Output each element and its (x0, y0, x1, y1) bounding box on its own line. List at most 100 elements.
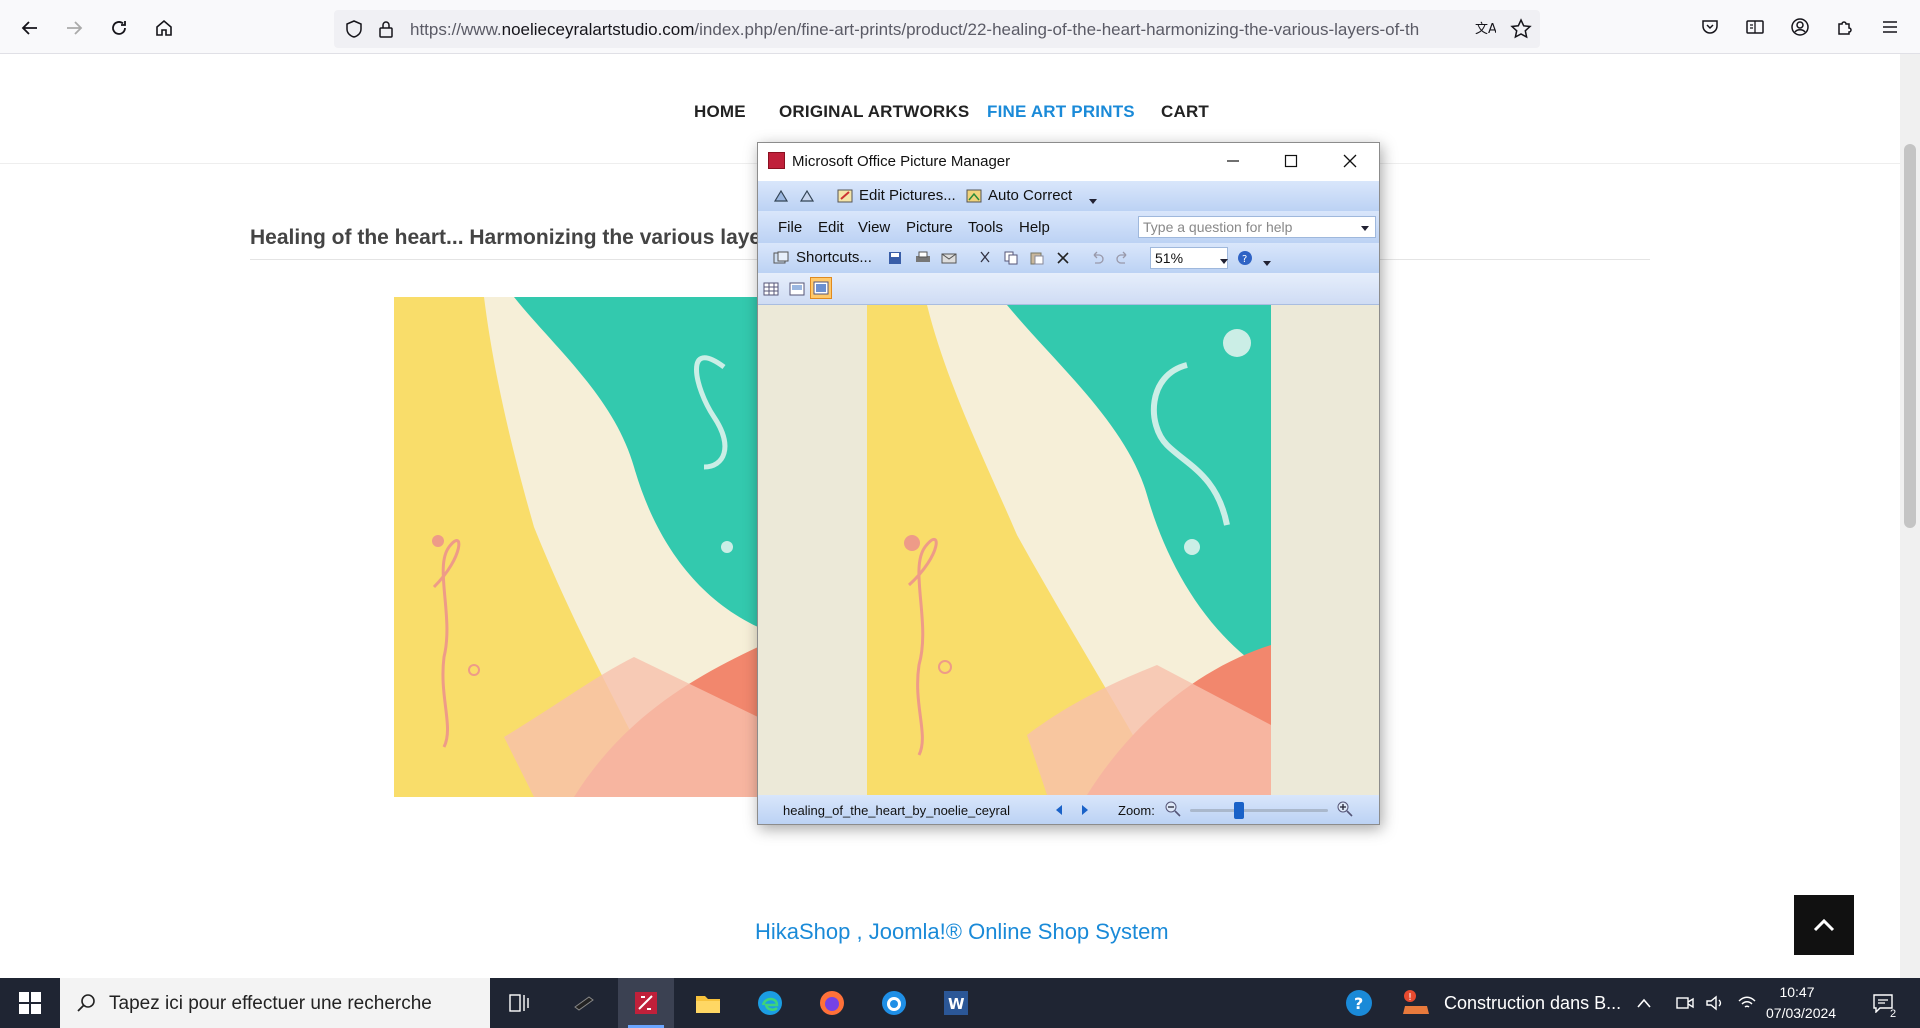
pocket-icon[interactable] (1697, 14, 1723, 40)
menu-view[interactable]: View (858, 219, 890, 236)
undo-icon[interactable] (1088, 250, 1106, 266)
chevron-up-icon (1813, 918, 1835, 932)
page-scrollbar[interactable] (1900, 54, 1920, 978)
back-to-top-button[interactable] (1794, 895, 1854, 955)
url-text[interactable]: https://www.noelieceyralartstudio.com/in… (410, 20, 1450, 40)
menu-edit[interactable]: Edit (818, 219, 844, 236)
email-icon[interactable] (940, 250, 958, 266)
zoom-out-icon[interactable] (1164, 801, 1182, 817)
footer-link[interactable]: HikaShop , Joomla!® Online Shop System (755, 919, 1169, 945)
reload-icon (112, 21, 126, 35)
reload-button[interactable] (101, 11, 137, 45)
thumbnail-view-icon[interactable] (762, 281, 780, 297)
cut-icon[interactable] (976, 250, 994, 266)
shortcuts-button[interactable]: Shortcuts... (796, 249, 872, 266)
menu-tools[interactable]: Tools (968, 219, 1003, 236)
minimize-icon (1227, 160, 1239, 162)
clock-time: 10:47 (1779, 984, 1815, 1000)
help-dropdown-icon[interactable] (1356, 220, 1374, 236)
taskbar-firefox-dev[interactable] (866, 978, 922, 1028)
picture-manager-titlebar[interactable]: Microsoft Office Picture Manager (758, 143, 1379, 179)
edit-pictures-button[interactable]: Edit Pictures... (859, 187, 956, 204)
windows-logo-icon (19, 992, 41, 1014)
action-center-button[interactable] (1858, 978, 1908, 1028)
picture-manager-icon (635, 992, 657, 1014)
taskbar-firefox[interactable] (804, 978, 860, 1028)
zoom-dropdown-icon[interactable] (1215, 253, 1233, 269)
volume-tray[interactable] (1700, 978, 1730, 1028)
lock-icon[interactable] (376, 19, 396, 39)
nav-fine-art-prints[interactable]: FINE ART PRINTS (987, 102, 1135, 122)
back-arrow-icon (21, 21, 37, 35)
view-switch-bar (758, 273, 1379, 305)
home-button[interactable] (146, 11, 182, 45)
menu-picture[interactable]: Picture (906, 219, 953, 236)
firefox-icon (820, 991, 844, 1015)
account-icon[interactable] (1787, 14, 1813, 40)
notification-text[interactable]: Construction dans B... (1444, 993, 1621, 1014)
network-tray[interactable] (1732, 978, 1762, 1028)
rotate-left-icon[interactable] (772, 188, 790, 204)
zoom-in-icon[interactable] (1336, 801, 1354, 817)
translate-icon[interactable]: 文A (1474, 18, 1496, 40)
pen-app-icon (574, 996, 594, 1011)
save-icon[interactable] (886, 250, 904, 266)
forward-button[interactable] (56, 11, 92, 45)
search-placeholder: Tapez ici pour effectuer une recherche (109, 993, 432, 1014)
task-view-button[interactable] (492, 978, 548, 1028)
close-button[interactable] (1321, 143, 1379, 179)
taskbar-search-box[interactable]: Tapez ici pour effectuer une recherche (60, 978, 490, 1028)
minimize-button[interactable] (1204, 143, 1262, 179)
menu-icon[interactable] (1877, 14, 1903, 40)
redo-icon[interactable] (1114, 250, 1132, 266)
url-bar[interactable]: https://www.noelieceyralartstudio.com/in… (334, 10, 1540, 48)
taskbar-app-pen[interactable] (556, 978, 612, 1028)
help-icon[interactable]: ? (1236, 250, 1254, 266)
zoom-slider-thumb[interactable] (1234, 802, 1244, 819)
svg-text:?: ? (1354, 994, 1363, 1013)
taskbar-picture-manager[interactable] (618, 978, 674, 1028)
toolbar2-options-icon[interactable] (1258, 255, 1276, 271)
video-camera-icon (1676, 997, 1694, 1009)
taskbar-edge[interactable] (742, 978, 798, 1028)
maximize-button[interactable] (1262, 143, 1320, 179)
start-button[interactable] (0, 978, 60, 1028)
previous-picture-icon[interactable] (1050, 802, 1068, 818)
picture-viewer[interactable] (758, 305, 1379, 795)
menu-file[interactable]: File (778, 219, 802, 236)
single-picture-view-icon[interactable] (810, 277, 832, 299)
back-button[interactable] (12, 11, 48, 45)
meet-now-tray[interactable] (1670, 978, 1700, 1028)
paste-icon[interactable] (1028, 250, 1046, 266)
taskbar-clock[interactable]: 10:47 07/03/2024 (1766, 982, 1836, 1024)
product-image[interactable] (394, 297, 758, 797)
page-scroll-thumb[interactable] (1904, 144, 1916, 528)
filmstrip-view-icon[interactable] (788, 281, 806, 297)
preview-image[interactable] (867, 305, 1271, 795)
notification-app-button[interactable]: ! (1390, 978, 1446, 1028)
next-picture-icon[interactable] (1076, 802, 1094, 818)
nav-cart[interactable]: CART (1161, 102, 1209, 122)
reader-view-icon[interactable] (1742, 14, 1768, 40)
extensions-icon[interactable] (1832, 14, 1858, 40)
url-prefix: https://www. (410, 20, 502, 39)
shortcuts-icon (772, 250, 790, 266)
copy-icon[interactable] (1002, 250, 1020, 266)
show-hidden-icons-button[interactable] (1628, 978, 1660, 1028)
nav-home[interactable]: HOME (694, 102, 746, 122)
help-tray-button[interactable]: ? (1331, 978, 1387, 1028)
print-icon[interactable] (914, 250, 932, 266)
help-question-input[interactable]: Type a question for help (1138, 216, 1376, 238)
toolbar-options-icon[interactable] (1084, 193, 1102, 209)
word-icon: W (944, 991, 968, 1015)
taskbar-file-explorer[interactable] (680, 978, 736, 1028)
menu-help[interactable]: Help (1019, 219, 1050, 236)
delete-icon[interactable] (1054, 250, 1072, 266)
zoom-slider[interactable] (1190, 802, 1328, 819)
shield-icon[interactable] (344, 19, 364, 39)
rotate-right-icon[interactable] (798, 188, 816, 204)
taskbar-word[interactable]: W (928, 978, 984, 1028)
auto-correct-button[interactable]: Auto Correct (988, 187, 1072, 204)
bookmark-star-icon[interactable] (1510, 18, 1532, 40)
nav-original-artworks[interactable]: ORIGINAL ARTWORKS (779, 102, 969, 122)
